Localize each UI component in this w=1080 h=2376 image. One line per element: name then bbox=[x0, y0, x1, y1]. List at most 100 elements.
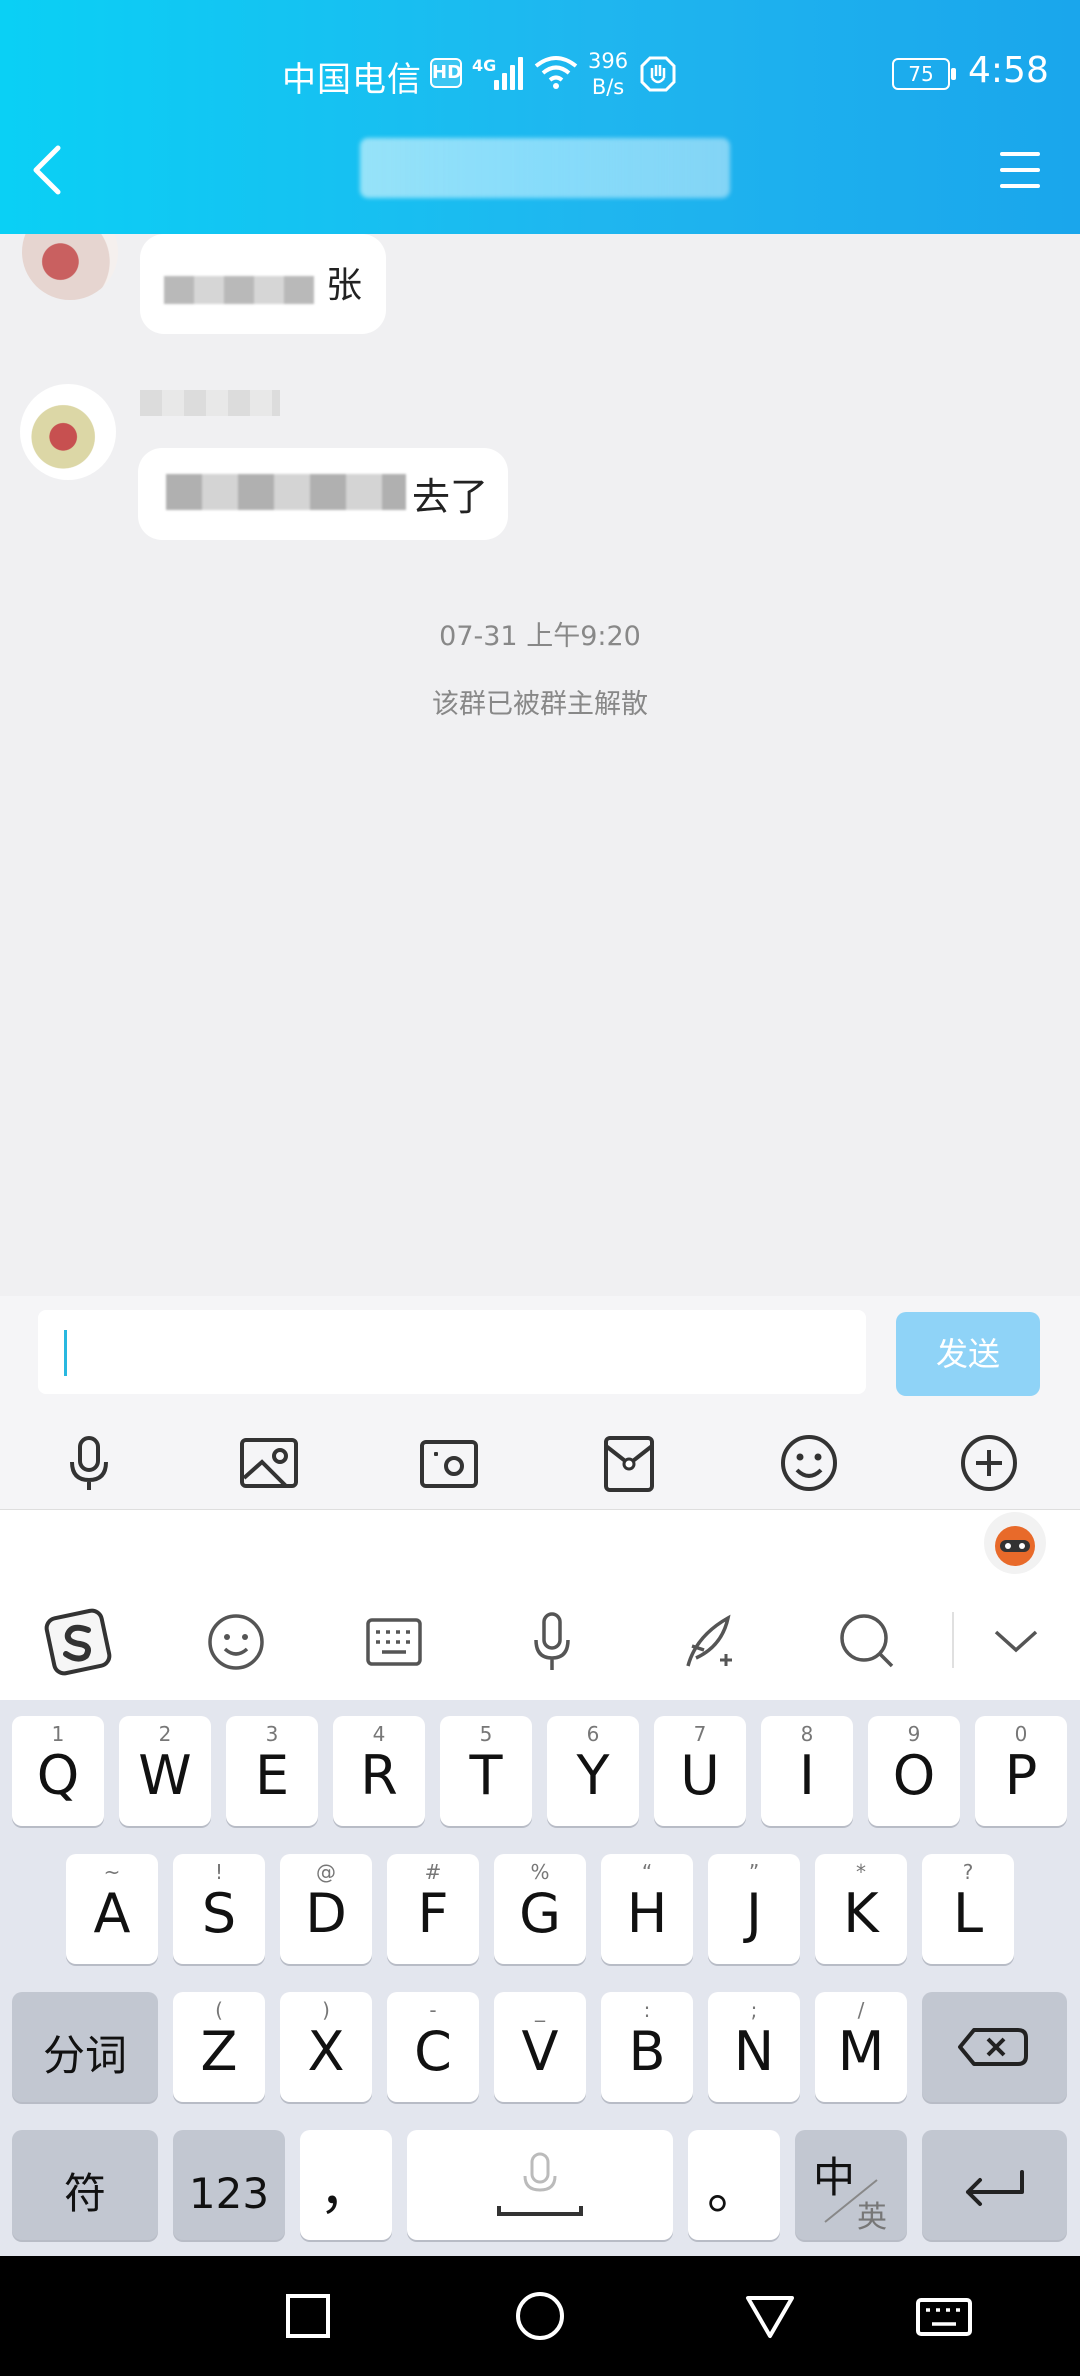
signal-icon bbox=[494, 56, 526, 90]
red-packet-icon[interactable] bbox=[594, 1428, 664, 1498]
key-label: T bbox=[469, 1744, 503, 1807]
chat-title-blurred bbox=[360, 138, 730, 198]
menu-button[interactable] bbox=[1000, 150, 1044, 190]
toolbar-divider bbox=[952, 1612, 954, 1668]
lang-slash bbox=[824, 2179, 878, 2223]
key-label: 123 bbox=[188, 2169, 270, 2218]
back-nav-button[interactable] bbox=[738, 2284, 802, 2348]
key-sub: 6 bbox=[586, 1722, 600, 1746]
backspace-key[interactable] bbox=[922, 1992, 1067, 2102]
key-sub: 0 bbox=[1014, 1722, 1028, 1746]
ime-mascot-icon[interactable] bbox=[984, 1512, 1046, 1574]
key-label: I bbox=[799, 1744, 815, 1807]
text-caret bbox=[64, 1330, 67, 1376]
key-v[interactable]: _ V bbox=[494, 1992, 586, 2102]
key-j[interactable]: ” J bbox=[708, 1854, 800, 1964]
key-p[interactable]: 0P bbox=[975, 1716, 1067, 1826]
enter-icon bbox=[966, 2170, 1024, 2206]
emoji-icon[interactable] bbox=[774, 1428, 844, 1498]
sogou-logo-icon[interactable] bbox=[42, 1606, 114, 1678]
key-c[interactable]: -C bbox=[387, 1992, 479, 2102]
clock: 4:58 bbox=[968, 50, 1049, 91]
number-key[interactable]: 123 bbox=[173, 2130, 285, 2240]
key-g[interactable]: % G bbox=[494, 1854, 586, 1964]
key-sub: 7 bbox=[693, 1722, 707, 1746]
key-sub: “ bbox=[641, 1860, 653, 1884]
message-bubble[interactable]: 去了 bbox=[138, 448, 508, 540]
chat-header: 中国电信 HD 4G 396 B/s 75 4:58 bbox=[0, 0, 1080, 234]
avatar[interactable] bbox=[20, 384, 116, 480]
key-label: S bbox=[201, 1882, 237, 1945]
key-o[interactable]: 9O bbox=[868, 1716, 960, 1826]
wifi-icon bbox=[534, 56, 578, 89]
key-t[interactable]: 5T bbox=[440, 1716, 532, 1826]
sender-name-blurred bbox=[140, 390, 280, 416]
period-key[interactable]: 。 bbox=[688, 2130, 780, 2240]
mic-icon[interactable] bbox=[516, 1606, 588, 1678]
key-u[interactable]: 7U bbox=[654, 1716, 746, 1826]
keyboard-switch-button[interactable] bbox=[912, 2284, 976, 2348]
fenci-key[interactable]: 分词 bbox=[12, 1992, 158, 2102]
home-button[interactable] bbox=[508, 2284, 572, 2348]
key-l[interactable]: ? L bbox=[922, 1854, 1014, 1964]
speed-value: 396 bbox=[588, 49, 629, 73]
key-y[interactable]: 6Y bbox=[547, 1716, 639, 1826]
blurred-text bbox=[166, 474, 406, 510]
key-r[interactable]: 4R bbox=[333, 1716, 425, 1826]
message-list[interactable]: 张 去了 07-31 上午9:20 该群已被群主解散 bbox=[0, 234, 1080, 1296]
key-q[interactable]: 1Q bbox=[12, 1716, 104, 1826]
symbol-key[interactable]: 符 bbox=[12, 2130, 158, 2240]
soft-keyboard: 1Q 2W 3E 4R 5T 6Y 7U 8I 9O 0P ~ A ! S @ D #… bbox=[0, 1700, 1080, 2256]
key-label: Z bbox=[200, 2020, 238, 2083]
composer: 发送 bbox=[0, 1296, 1080, 1510]
space-key[interactable] bbox=[407, 2130, 673, 2240]
enter-key[interactable] bbox=[922, 2130, 1067, 2240]
key-sub: 8 bbox=[800, 1722, 814, 1746]
key-sub: / bbox=[857, 1998, 865, 2022]
camera-icon[interactable] bbox=[414, 1428, 484, 1498]
key-i[interactable]: 8I bbox=[761, 1716, 853, 1826]
key-sub: ; bbox=[750, 1998, 758, 2022]
key-z[interactable]: (Z bbox=[173, 1992, 265, 2102]
comma-key[interactable]: ， bbox=[300, 2130, 392, 2240]
network-speed: 396 B/s bbox=[588, 48, 628, 100]
image-icon[interactable] bbox=[234, 1428, 304, 1498]
keyboard-icon[interactable] bbox=[358, 1606, 430, 1678]
key-label: H bbox=[626, 1882, 668, 1945]
key-label: B bbox=[628, 2020, 666, 2083]
key-w[interactable]: 2W bbox=[119, 1716, 211, 1826]
key-label: C bbox=[414, 2020, 452, 2083]
back-button[interactable] bbox=[24, 140, 72, 200]
key-sub: : bbox=[643, 1998, 651, 2022]
key-label: U bbox=[680, 1744, 720, 1807]
key-b[interactable]: :B bbox=[601, 1992, 693, 2102]
send-button[interactable]: 发送 bbox=[896, 1312, 1040, 1396]
collapse-icon[interactable] bbox=[980, 1606, 1052, 1678]
key-x[interactable]: ) X bbox=[280, 1992, 372, 2102]
key-n[interactable]: ; N bbox=[708, 1992, 800, 2102]
message-bubble[interactable]: 张 bbox=[140, 234, 386, 334]
mic-icon[interactable] bbox=[54, 1428, 124, 1498]
hd-badge: HD bbox=[430, 58, 462, 88]
key-a[interactable]: ~ A bbox=[66, 1854, 158, 1964]
key-m[interactable]: / M bbox=[815, 1992, 907, 2102]
network-type: 4G bbox=[472, 56, 497, 75]
language-toggle-key[interactable]: 中 英 bbox=[795, 2130, 907, 2240]
key-h[interactable]: “H bbox=[601, 1854, 693, 1964]
key-label: V bbox=[521, 2020, 559, 2083]
emoji-icon[interactable] bbox=[200, 1606, 272, 1678]
blurred-text bbox=[164, 276, 314, 304]
key-e[interactable]: 3E bbox=[226, 1716, 318, 1826]
key-f[interactable]: # F bbox=[387, 1854, 479, 1964]
avatar[interactable] bbox=[22, 234, 118, 300]
message-input[interactable] bbox=[38, 1310, 866, 1394]
recents-button[interactable] bbox=[276, 2284, 340, 2348]
handwriting-icon[interactable] bbox=[674, 1606, 746, 1678]
key-d[interactable]: @ D bbox=[280, 1854, 372, 1964]
key-sub: ” bbox=[748, 1860, 760, 1884]
search-icon[interactable] bbox=[832, 1606, 904, 1678]
key-s[interactable]: ! S bbox=[173, 1854, 265, 1964]
key-sub: # bbox=[424, 1860, 442, 1884]
key-k[interactable]: * K bbox=[815, 1854, 907, 1964]
plus-icon[interactable] bbox=[954, 1428, 1024, 1498]
